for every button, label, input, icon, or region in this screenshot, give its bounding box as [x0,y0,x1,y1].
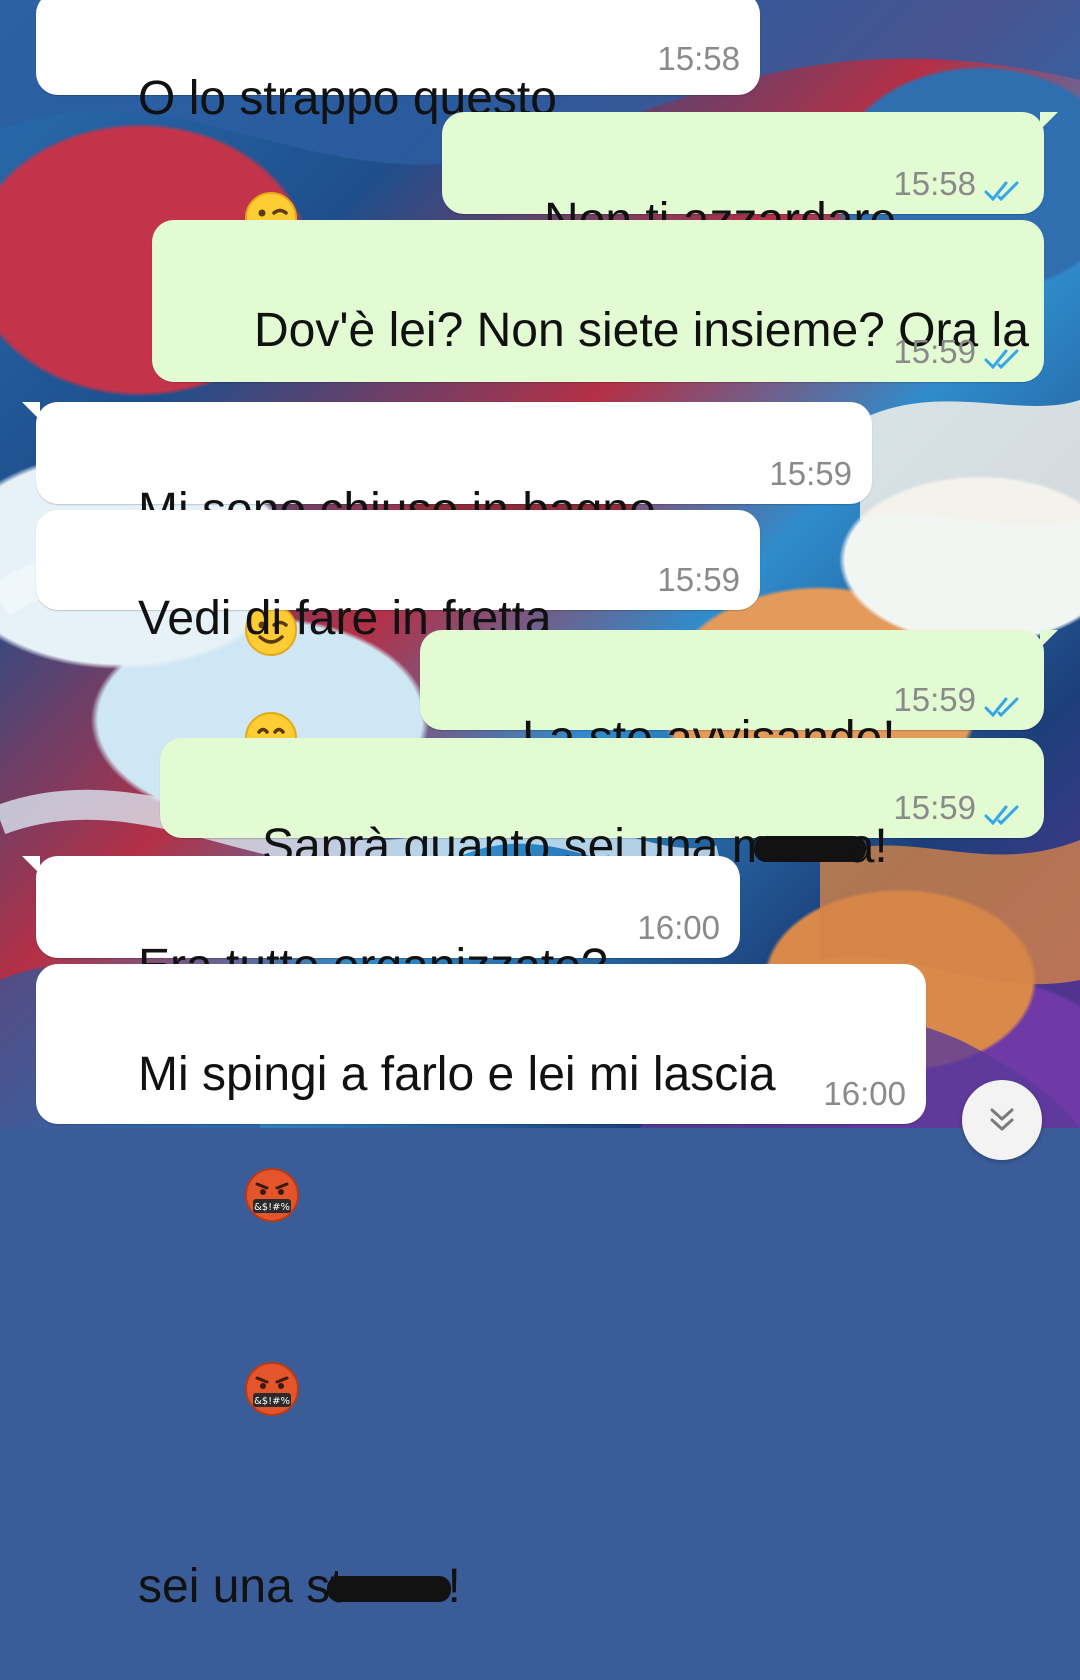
message-incoming[interactable]: Era tutto organizzato? 16:00 [22,856,740,993]
message-incoming[interactable]: O lo strappo questo 15:58 [36,0,760,244]
scroll-to-bottom-button[interactable] [962,1080,1042,1160]
symbols-text: &$!#% [254,1396,290,1407]
message-time: 15:59 [769,455,852,492]
double-check-icon [984,688,1024,718]
message-text-after: a! [847,820,888,873]
message-incoming[interactable]: Mi sono chiuso in bagno 15:59 [22,402,872,656]
symbols-text: &$!#% [254,1202,290,1213]
message-time: 16:00 [823,1075,906,1112]
message-outgoing[interactable]: Non ti azzardare 15:58 [442,112,1058,247]
message-text-line-2-after: ! [447,1560,461,1613]
double-chevron-down-icon [990,1108,1014,1131]
face-with-symbols-on-mouth-icon: &$!#% [138,1300,299,1494]
message-outgoing[interactable]: Dov'è lei? Non siete insieme? Ora la avv… [152,220,1044,481]
double-check-icon [984,340,1024,370]
message-time: 15:59 [657,561,740,598]
message-time: 15:58 [657,40,740,77]
message-text-line-1: Mi spingi a farlo e lei mi lascia [138,1048,776,1101]
double-check-icon [984,796,1024,826]
redaction-mark [327,1576,452,1603]
message-outgoing[interactable]: Saprà quanto sei una m a! 15:59 [160,738,1044,873]
message-time: 15:59 [893,789,976,826]
message-time: 15:58 [893,165,976,202]
message-incoming[interactable]: Vedi di fare in fretta 15:59 [36,510,760,764]
face-with-symbols-on-mouth-icon: &$!#% [138,1106,299,1300]
double-check-icon [984,172,1024,202]
message-time: 15:59 [893,681,976,718]
message-incoming[interactable]: Mi spingi a farlo e lei mi lascia &$!#% … [36,964,926,1613]
message-list[interactable]: O lo strappo questo 15:58 Non ti azzarda… [0,0,1080,1613]
message-time: 16:00 [637,909,720,946]
message-outgoing[interactable]: La sto avvisando! 15:59 [420,630,1058,765]
message-time: 15:59 [893,333,976,370]
message-text-line-2-before: sei una st [138,1560,344,1613]
